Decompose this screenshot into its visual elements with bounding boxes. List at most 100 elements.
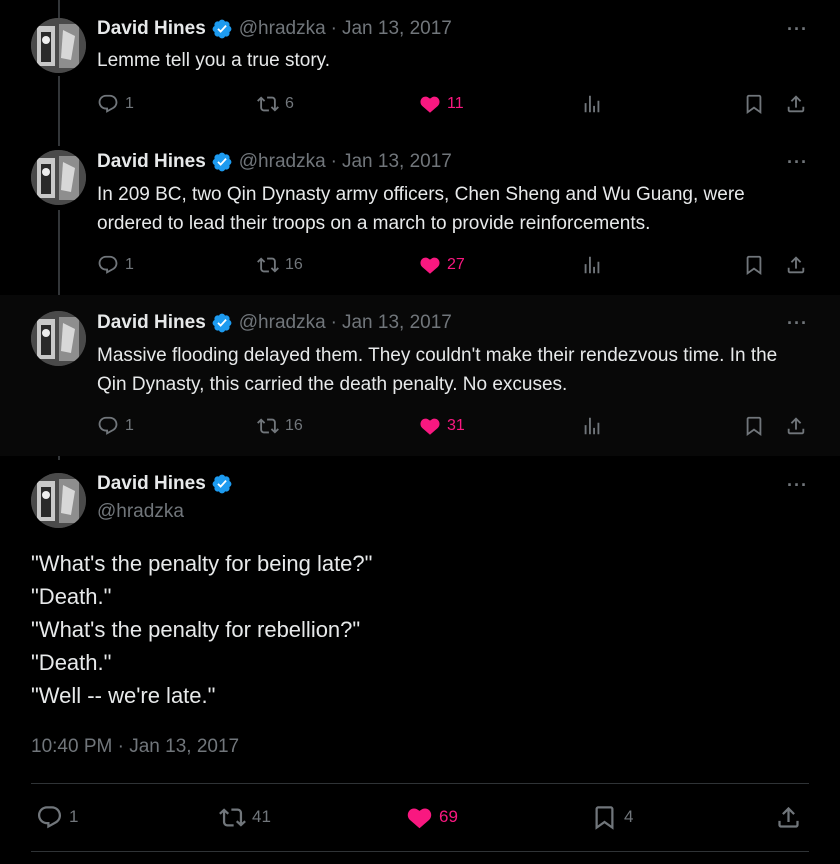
reply-button[interactable]: 1 [97, 89, 134, 119]
tweet-date[interactable]: Jan 13, 2017 [342, 312, 452, 334]
avatar[interactable] [31, 311, 86, 366]
author-name[interactable]: David Hines [97, 18, 206, 40]
more-icon[interactable]: ··· [787, 313, 808, 334]
share-button[interactable] [785, 411, 813, 441]
bookmark-button[interactable]: 4 [591, 800, 633, 834]
repost-button[interactable]: 41 [219, 800, 271, 834]
reply-icon [98, 416, 118, 435]
reply-count: 1 [125, 417, 134, 434]
main-tweet-text: "What's the penalty for being late?" "De… [31, 547, 804, 712]
tweet-date[interactable]: Jan 13, 2017 [342, 18, 452, 40]
verified-badge-icon [211, 312, 233, 334]
text-line: "Death." [31, 584, 112, 609]
tweet-header: David Hines @hradzka · Jan 13, 2017 [97, 312, 452, 334]
author-handle[interactable]: @hradzka [239, 151, 326, 173]
tweet-actions: 1 6 11 [97, 89, 809, 119]
views-button[interactable] [581, 411, 609, 441]
like-count: 31 [447, 417, 465, 434]
like-button[interactable]: 69 [406, 800, 458, 834]
main-tweet-header: David Hines @hradzka [97, 473, 239, 523]
tweet-actions: 1 16 27 [97, 250, 809, 280]
views-icon [584, 256, 600, 274]
tweet-header: David Hines @hradzka · Jan 13, 2017 [97, 151, 452, 173]
repost-icon [257, 96, 279, 112]
like-button[interactable]: 11 [419, 89, 464, 119]
bookmark-button[interactable] [743, 89, 771, 119]
separator: · [330, 151, 337, 172]
repost-button[interactable]: 16 [257, 411, 303, 441]
views-button[interactable] [581, 89, 609, 119]
share-button[interactable] [785, 89, 813, 119]
avatar[interactable] [31, 18, 86, 73]
tweet-text: In 209 BC, two Qin Dynasty army officers… [97, 184, 745, 234]
bookmark-icon [746, 255, 762, 276]
reply-count: 1 [125, 256, 134, 273]
separator: · [330, 18, 337, 39]
author-name[interactable]: David Hines [97, 312, 206, 334]
text-line: "What's the penalty for being late?" [31, 551, 373, 576]
views-icon [584, 95, 600, 113]
repost-icon [257, 257, 279, 273]
reply-button[interactable]: 1 [36, 800, 78, 834]
author-name[interactable]: David Hines [97, 151, 206, 173]
text-line: "What's the penalty for rebellion?" [31, 617, 361, 642]
repost-icon [257, 418, 279, 434]
more-icon[interactable]: ··· [787, 19, 808, 40]
divider [31, 783, 809, 784]
repost-button[interactable]: 16 [257, 250, 303, 280]
thread-tweet[interactable]: David Hines @hradzka · Jan 13, 2017 ··· … [0, 134, 840, 295]
repost-count: 41 [252, 807, 271, 826]
more-icon[interactable]: ··· [787, 152, 808, 173]
avatar[interactable] [31, 473, 86, 528]
thread-tweet[interactable]: David Hines @hradzka · Jan 13, 2017 ··· … [0, 295, 840, 456]
like-button[interactable]: 31 [419, 411, 465, 441]
like-count: 27 [447, 256, 465, 273]
views-button[interactable] [581, 250, 609, 280]
verified-badge-icon [211, 473, 233, 495]
repost-button[interactable]: 6 [257, 89, 294, 119]
author-handle[interactable]: @hradzka [97, 501, 239, 523]
text-line: "Well -- we're late." [31, 683, 216, 708]
tweet-header: David Hines @hradzka · Jan 13, 2017 [97, 18, 452, 40]
author-handle[interactable]: @hradzka [239, 18, 326, 40]
like-button[interactable]: 27 [419, 250, 465, 280]
share-icon [787, 95, 805, 113]
reply-button[interactable]: 1 [97, 250, 134, 280]
tweet-date[interactable]: Jan 13, 2017 [342, 151, 452, 173]
like-count: 11 [447, 95, 464, 112]
text-line: "Death." [31, 650, 112, 675]
views-icon [584, 417, 600, 435]
tweet-actions: 1 16 31 [97, 411, 809, 441]
divider [31, 851, 809, 852]
share-icon [787, 256, 805, 274]
reply-icon [37, 805, 62, 828]
reply-icon [98, 255, 118, 274]
avatar[interactable] [31, 150, 86, 205]
like-icon [420, 257, 440, 274]
repost-count: 6 [285, 95, 294, 112]
bookmark-button[interactable] [743, 250, 771, 280]
author-handle[interactable]: @hradzka [239, 312, 326, 334]
like-icon [420, 96, 440, 113]
tweet-text: Lemme tell you a true story. [97, 50, 331, 71]
like-count: 69 [439, 807, 458, 826]
thread-tweet[interactable]: David Hines @hradzka · Jan 13, 2017 ··· … [0, 0, 840, 134]
bookmark-icon [746, 94, 762, 115]
share-button[interactable] [785, 250, 813, 280]
author-name[interactable]: David Hines [97, 473, 206, 495]
share-button[interactable] [775, 800, 808, 834]
reply-button[interactable]: 1 [97, 411, 134, 441]
bookmark-icon [595, 805, 614, 830]
repost-count: 16 [285, 256, 303, 273]
tweet-timestamp[interactable]: 10:40 PM · Jan 13, 2017 [31, 736, 239, 758]
share-icon [778, 806, 799, 828]
main-tweet-actions: 1 41 69 4 [31, 800, 809, 834]
reply-count: 1 [69, 807, 79, 826]
repost-icon [219, 807, 246, 827]
bookmark-button[interactable] [743, 411, 771, 441]
main-tweet: David Hines @hradzka ··· "What's the pen… [0, 456, 840, 864]
more-icon[interactable]: ··· [787, 475, 808, 496]
bookmark-icon [746, 416, 762, 437]
share-icon [787, 417, 805, 435]
reply-icon [98, 94, 118, 113]
